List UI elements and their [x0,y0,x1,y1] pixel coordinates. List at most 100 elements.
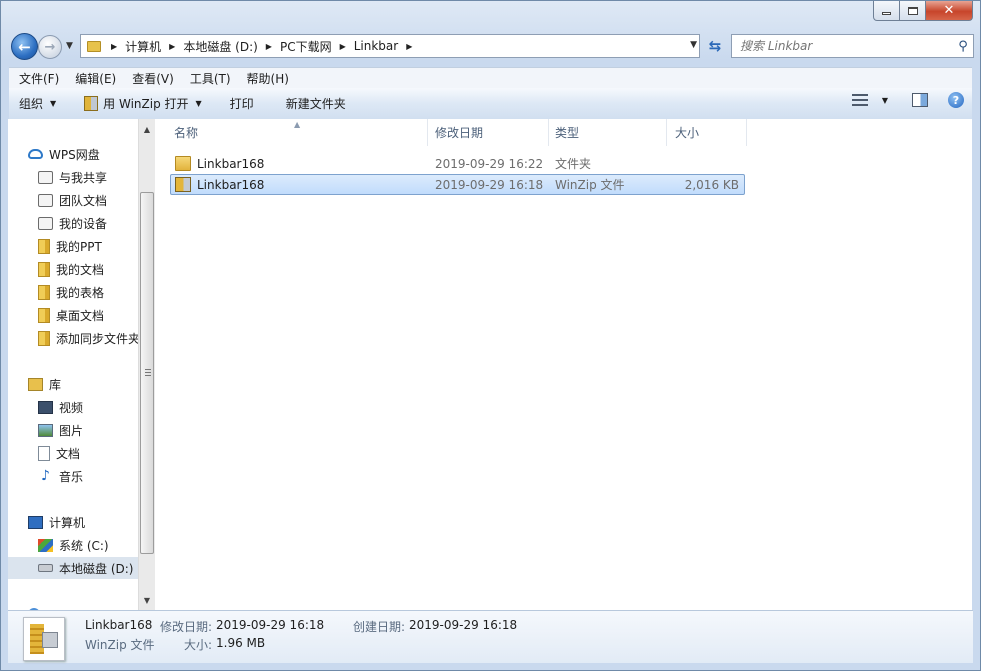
sidebar-item-computer[interactable]: 计算机 [8,511,85,533]
sidebar-item-team-docs[interactable]: 团队文档 [8,189,107,211]
sidebar-item-label: 我的PPT [56,239,102,254]
search-icon[interactable]: ⚲ [953,39,973,54]
forward-button[interactable]: → [38,35,62,59]
chevron-down-icon: ▼ [50,99,57,108]
help-icon[interactable]: ? [948,92,964,108]
minimize-icon [882,12,891,15]
table-row[interactable]: Linkbar168 2019-09-29 16:22 文件夹 [170,153,745,174]
chevron-right-icon[interactable]: ▶ [169,42,175,51]
d-drive-icon [38,564,53,572]
sidebar-item-shared-with-me[interactable]: 与我共享 [8,166,107,188]
organize-label: 组织 [19,97,44,111]
address-bar[interactable]: ▶ 计算机 ▶ 本地磁盘 (D:) ▶ PC下载网 ▶ Linkbar ▶ ▼ [80,34,700,58]
sidebar-item-my-devices[interactable]: 我的设备 [8,212,107,234]
minimize-button[interactable] [873,1,900,21]
sidebar-item-network-partial[interactable] [8,603,46,610]
refresh-button[interactable]: ⇆ [703,34,727,58]
refresh-icon: ⇆ [708,37,722,55]
sidebar-item-videos[interactable]: 视频 [8,396,83,418]
breadcrumb-label: 计算机 [125,39,162,54]
winzip-file-large-icon [23,617,65,661]
breadcrumb-pc-download[interactable]: PC下载网 ▶ [280,38,354,55]
column-header-type[interactable]: 类型 [547,119,667,146]
column-headers: 名称 ▲ 修改日期 类型 大小 [155,119,755,146]
address-dropdown-icon[interactable]: ▼ [690,40,697,50]
breadcrumb-separator[interactable]: ▶ [107,42,125,51]
organize-button[interactable]: 组织 ▼ [9,92,66,116]
search-input[interactable] [740,39,953,53]
file-modified: 2019-09-29 16:18 [435,177,544,192]
column-header-modified[interactable]: 修改日期 [427,119,549,146]
sidebar-item-label: WPS网盘 [49,147,100,162]
menu-file[interactable]: 文件(F) [11,70,67,87]
sidebar-item-documents[interactable]: 文档 [8,442,80,464]
sidebar-item-my-sheets[interactable]: 我的表格 [8,281,104,303]
sidebar-item-pictures[interactable]: 图片 [8,419,83,441]
breadcrumb-d-drive[interactable]: 本地磁盘 (D:) ▶ [183,38,280,55]
forward-arrow-icon: → [44,39,56,55]
chevron-right-icon[interactable]: ▶ [406,42,412,51]
sidebar-item-label: 视频 [59,400,84,415]
scroll-down-icon[interactable]: ▼ [139,592,155,608]
recent-pages-button[interactable]: ▼ [66,41,73,51]
file-type: 文件夹 [555,157,592,171]
chevron-down-icon[interactable]: ▼ [882,96,888,105]
chevron-right-icon[interactable]: ▶ [340,42,346,51]
chevron-right-icon: ▶ [111,41,118,51]
caption-buttons: ✕ [873,1,973,21]
device-icon [38,216,53,230]
menu-edit[interactable]: 编辑(E) [67,70,124,87]
change-view-icon[interactable] [851,94,868,106]
sidebar-item-label: 本地磁盘 (D:) [59,561,134,576]
menu-view[interactable]: 查看(V) [124,70,182,87]
close-button[interactable]: ✕ [926,1,973,21]
file-name-cell: Linkbar168 [175,154,264,173]
details-size-value: 1.96 MB [216,636,266,650]
details-created-label: 创建日期: [353,620,406,634]
chevron-right-icon[interactable]: ▶ [266,42,272,51]
sidebar-item-label: 库 [49,377,62,392]
picture-icon [38,423,53,437]
breadcrumb-linkbar[interactable]: Linkbar ▶ [354,39,421,53]
sidebar-item-add-sync-folder[interactable]: 添加同步文件夹 [8,327,138,349]
table-row[interactable]: Linkbar168 2019-09-29 16:18 WinZip 文件 2,… [170,174,745,195]
sidebar-item-label: 我的表格 [56,285,105,300]
sidebar-item-desktop-docs[interactable]: 桌面文档 [8,304,104,326]
details-file-type: WinZip 文件 [85,638,155,652]
music-icon: ♪ [41,467,50,484]
grip-icon [145,369,151,376]
folder-icon [38,284,50,300]
sidebar-item-my-docs[interactable]: 我的文档 [8,258,104,280]
maximize-button[interactable] [900,1,926,21]
sidebar-item-d-drive[interactable]: 本地磁盘 (D:) [8,557,138,579]
navigation-scrollbar[interactable]: ▲ ▼ [138,119,155,610]
back-button[interactable]: ← [11,33,38,60]
sidebar-item-c-drive[interactable]: 系统 (C:) [8,534,109,556]
c-drive-icon [38,538,53,552]
cloud-icon [28,149,43,159]
print-button[interactable]: 打印 [220,92,264,116]
file-name: Linkbar168 [197,177,265,192]
open-with-winzip-button[interactable]: 用 WinZip 打开 ▼ [74,92,212,116]
scroll-up-icon[interactable]: ▲ [139,121,155,137]
sidebar-item-my-ppt[interactable]: 我的PPT [8,235,102,257]
back-arrow-icon: ← [18,37,31,56]
sidebar-item-libraries[interactable]: 库 [8,373,61,395]
sidebar-item-label: 与我共享 [59,170,108,185]
scrollbar-thumb[interactable] [140,192,154,554]
sidebar-item-wps-cloud[interactable]: WPS网盘 [8,143,100,165]
menu-bar: 文件(F) 编辑(E) 查看(V) 工具(T) 帮助(H) [9,67,972,88]
close-icon: ✕ [943,3,955,18]
sidebar-item-music[interactable]: ♪ 音乐 [8,465,83,487]
preview-pane-icon[interactable] [912,93,928,107]
details-modified-value: 2019-09-29 16:18 [216,618,325,632]
new-folder-button[interactable]: 新建文件夹 [276,92,356,116]
breadcrumb-computer[interactable]: 计算机 ▶ [125,38,183,55]
sidebar-item-label: 添加同步文件夹 [56,331,138,346]
menu-tools[interactable]: 工具(T) [182,70,239,87]
menu-help[interactable]: 帮助(H) [239,70,297,87]
print-label: 打印 [229,97,254,111]
sidebar-item-label: 团队文档 [59,193,108,208]
computer-icon [28,515,43,529]
column-header-size[interactable]: 大小 [667,119,747,146]
